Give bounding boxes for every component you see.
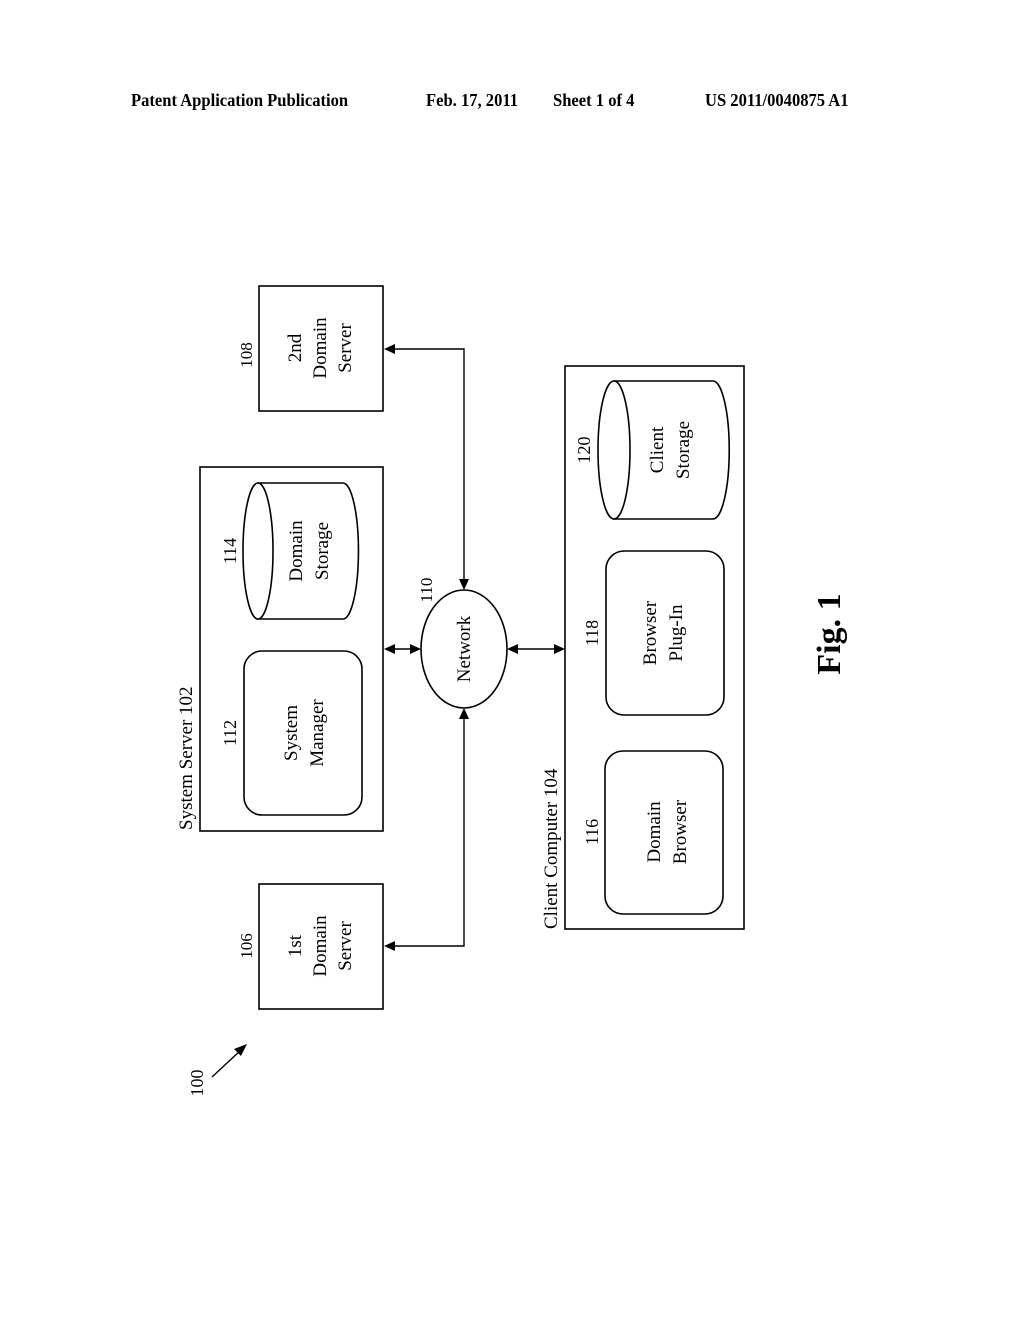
client-storage-line-1: Client [647,426,668,473]
connector-system-server-network [384,644,421,654]
arrowhead-icon [554,644,565,654]
network: 110 Network [417,578,508,709]
system-ref-label: 100 [187,1070,207,1097]
network-ref: 110 [417,578,436,603]
domain-browser-line-2: Browser [670,799,691,864]
domain-browser-line-1: Domain [644,801,665,863]
system-server: System Server 102 114 Domain Storage 112… [176,466,384,832]
arrowhead-icon [459,579,469,590]
second-domain-server-line-1: 2nd [285,333,306,362]
second-domain-server-ref: 108 [237,342,256,368]
network-label: Network [454,615,475,682]
system-manager-ref: 112 [220,720,240,746]
first-domain-server: 106 1st Domain Server [237,883,384,1010]
domain-storage-ref: 114 [220,538,240,564]
arrowhead-icon [384,344,395,354]
client-storage-top [597,380,631,520]
system-manager-line-2: Manager [307,699,328,767]
domain-storage-line-1: Domain [286,520,307,582]
arrowhead-icon [384,941,395,951]
client-computer-title: Client Computer 104 [541,768,562,929]
connector-network-client-computer [507,644,565,654]
arrowhead-icon [410,644,421,654]
client-storage-line-2: Storage [673,421,694,479]
arrowhead-icon [459,708,469,719]
domain-storage-top [242,482,274,620]
second-domain-server-line-2: Domain [310,317,331,379]
connector-network-to-second-domain-server [384,344,469,590]
connector-line [394,716,465,947]
domain-browser-ref: 116 [582,819,602,845]
client-computer: Client Computer 104 120 Client Storage 1… [541,365,745,930]
first-domain-server-ref: 106 [237,933,256,959]
browser-plugin-line-1: Browser [640,600,661,665]
browser-plugin-line-2: Plug-In [666,604,687,662]
system-manager-box [243,650,363,816]
system-reference: 100 [187,1044,247,1097]
system-manager-line-1: System [281,705,302,761]
figure-1-diagram: 108 2nd Domain Server System Server 102 … [176,285,848,1097]
second-domain-server: 108 2nd Domain Server [237,285,384,412]
domain-storage-line-2: Storage [312,522,333,580]
client-storage-body [613,380,731,520]
client-storage-ref: 120 [574,437,594,464]
connector-line [394,348,465,582]
figure-label: Fig. 1 [811,593,848,674]
arrowhead-icon [384,644,395,654]
browser-plugin-box [605,550,725,716]
first-domain-server-line-3: Server [335,921,356,971]
second-domain-server-line-3: Server [335,323,356,373]
first-domain-server-line-2: Domain [310,915,331,977]
connector-network-to-first-domain-server [384,708,469,951]
arrowhead-icon [507,644,518,654]
reference-arrow-line [211,1049,242,1078]
system-server-title: System Server 102 [176,686,197,830]
first-domain-server-line-1: 1st [285,934,306,957]
browser-plugin-ref: 118 [582,620,602,646]
